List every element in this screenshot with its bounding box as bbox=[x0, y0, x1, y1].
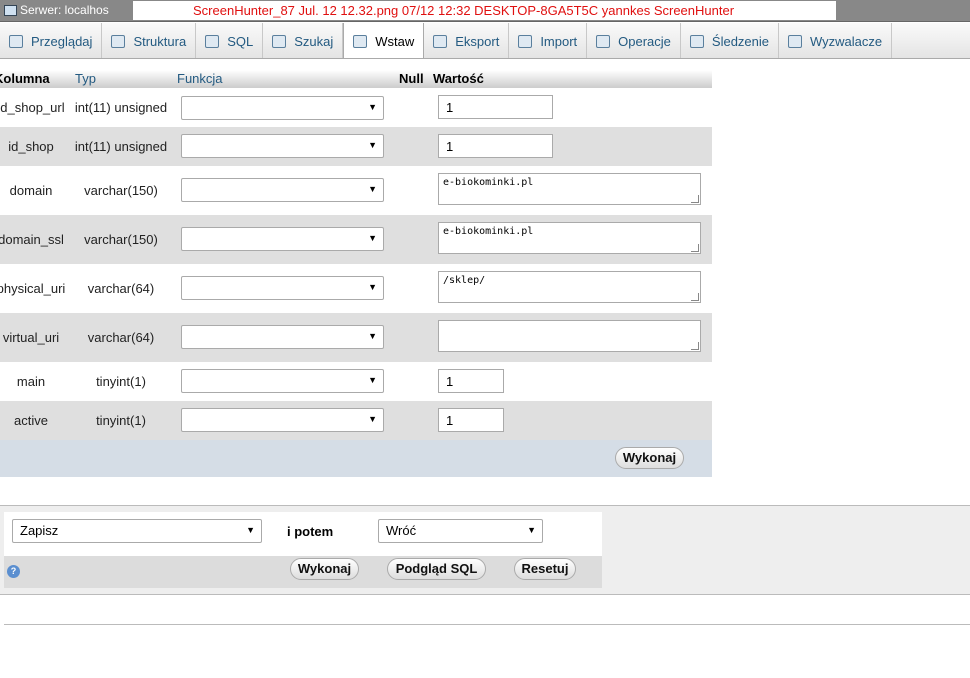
value-input[interactable]: 1 bbox=[438, 95, 553, 119]
tab-operations[interactable]: Operacje bbox=[587, 23, 681, 58]
tab-bar: Przeglądaj Struktura SQL Szukaj Wstaw Ek… bbox=[0, 23, 970, 59]
column-name: domain bbox=[9, 183, 53, 198]
value-input[interactable]: 1 bbox=[438, 408, 504, 432]
tab-label: Import bbox=[540, 33, 578, 49]
screenhunter-banner: ScreenHunter_87 Jul. 12 12.32.png 07/12 … bbox=[133, 1, 836, 20]
import-icon bbox=[518, 34, 533, 48]
tab-label: Wstaw bbox=[375, 33, 415, 49]
function-select[interactable] bbox=[181, 134, 384, 158]
column-type: int(11) unsigned bbox=[74, 139, 168, 154]
submit-execute-button[interactable]: Wykonaj bbox=[290, 558, 359, 580]
table-row: virtual_uri varchar(64) bbox=[0, 313, 712, 362]
column-name: active bbox=[14, 413, 48, 428]
reset-button[interactable]: Resetuj bbox=[514, 558, 576, 580]
preview-sql-button[interactable]: Podgląd SQL bbox=[387, 558, 486, 580]
header-function[interactable]: Funkcja bbox=[177, 71, 223, 86]
column-type: varchar(64) bbox=[87, 330, 155, 345]
tab-insert[interactable]: Wstaw bbox=[343, 23, 425, 58]
column-name: virtual_uri bbox=[2, 330, 60, 345]
function-select[interactable] bbox=[181, 178, 384, 202]
table-row: id_shop_url int(11) unsigned 1 bbox=[0, 88, 712, 127]
tab-label: Przeglądaj bbox=[31, 33, 93, 49]
header-null: Null bbox=[399, 71, 424, 86]
value-input[interactable]: 1 bbox=[438, 134, 553, 158]
value-textarea[interactable]: e-biokominki.pl bbox=[438, 222, 701, 254]
column-type: int(11) unsigned bbox=[74, 100, 168, 115]
help-icon[interactable]: ? bbox=[7, 565, 20, 578]
column-name: main bbox=[16, 374, 46, 389]
action-select[interactable]: Zapisz bbox=[12, 519, 262, 543]
function-select[interactable] bbox=[181, 276, 384, 300]
tab-label: SQL bbox=[227, 33, 254, 49]
tab-import[interactable]: Import bbox=[509, 23, 588, 58]
tab-search[interactable]: Szukaj bbox=[263, 23, 344, 58]
table-row: domain_ssl varchar(150) e-biokominki.pl bbox=[0, 215, 712, 264]
divider bbox=[4, 624, 970, 625]
tab-label: Operacje bbox=[618, 33, 671, 49]
wrench-icon bbox=[596, 34, 611, 48]
value-textarea[interactable]: e-biokominki.pl bbox=[438, 173, 701, 205]
server-breadcrumb[interactable]: Serwer: localhos bbox=[4, 3, 109, 17]
table-row: physical_uri varchar(64) /sklep/ bbox=[0, 264, 712, 313]
table-row: main tinyint(1) 1 bbox=[0, 362, 712, 401]
server-icon bbox=[4, 4, 17, 16]
tab-label: Śledzenie bbox=[711, 33, 770, 49]
execute-button[interactable]: Wykonaj bbox=[615, 447, 684, 469]
column-type: tinyint(1) bbox=[96, 413, 146, 428]
tab-browse[interactable]: Przeglądaj bbox=[0, 23, 103, 58]
submit-panel: Zapisz i potem Wróć Wykonaj Podgląd SQL … bbox=[0, 506, 970, 595]
column-name: physical_uri bbox=[0, 281, 66, 296]
browse-icon bbox=[9, 34, 23, 48]
insert-icon bbox=[353, 34, 368, 48]
column-type: varchar(150) bbox=[84, 232, 158, 247]
function-select[interactable] bbox=[181, 325, 384, 349]
header-value: Wartość bbox=[433, 71, 484, 86]
header-column: Kolumna bbox=[0, 71, 50, 86]
function-select[interactable] bbox=[181, 96, 384, 120]
tab-label: Struktura bbox=[133, 33, 187, 49]
table-row: active tinyint(1) 1 bbox=[0, 401, 712, 440]
search-icon bbox=[272, 34, 287, 48]
value-input[interactable]: 1 bbox=[438, 369, 504, 393]
structure-icon bbox=[111, 34, 126, 48]
tab-structure[interactable]: Struktura bbox=[102, 23, 197, 58]
execute-row: Wykonaj bbox=[0, 440, 712, 477]
tab-triggers[interactable]: Wyzwalacze bbox=[779, 23, 893, 58]
submit-options: Zapisz i potem Wróć bbox=[4, 512, 602, 556]
then-select[interactable]: Wróć bbox=[378, 519, 543, 543]
header-type[interactable]: Typ bbox=[75, 71, 96, 86]
function-select[interactable] bbox=[181, 227, 384, 251]
export-icon bbox=[433, 34, 448, 48]
then-label: i potem bbox=[287, 524, 334, 539]
triggers-icon bbox=[788, 34, 803, 48]
server-label: Serwer: localhos bbox=[20, 3, 109, 17]
tab-label: Szukaj bbox=[294, 33, 334, 49]
submit-buttons: Wykonaj Podgląd SQL Resetuj bbox=[4, 556, 602, 588]
column-type: tinyint(1) bbox=[96, 374, 146, 389]
value-textarea[interactable]: /sklep/ bbox=[438, 271, 701, 303]
tab-label: Wyzwalacze bbox=[810, 33, 883, 49]
tab-tracking[interactable]: Śledzenie bbox=[681, 23, 780, 58]
table-row: id_shop int(11) unsigned 1 bbox=[0, 127, 712, 166]
tab-sql[interactable]: SQL bbox=[196, 23, 264, 58]
column-type: varchar(64) bbox=[87, 281, 155, 296]
value-textarea[interactable] bbox=[438, 320, 701, 352]
table-header: Kolumna Typ Funkcja Null Wartość bbox=[0, 70, 712, 88]
column-name: id_shop_url bbox=[0, 100, 65, 115]
function-select[interactable] bbox=[181, 369, 384, 393]
eye-icon bbox=[689, 34, 704, 48]
sql-icon bbox=[205, 34, 220, 48]
window-titlebar: Serwer: localhos ScreenHunter_87 Jul. 12… bbox=[0, 0, 970, 22]
column-name: domain_ssl bbox=[0, 232, 64, 247]
function-select[interactable] bbox=[181, 408, 384, 432]
column-name: id_shop bbox=[8, 139, 54, 154]
tab-export[interactable]: Eksport bbox=[424, 23, 510, 58]
column-type: varchar(150) bbox=[84, 183, 158, 198]
table-row: domain varchar(150) e-biokominki.pl bbox=[0, 166, 712, 215]
tab-label: Eksport bbox=[455, 33, 500, 49]
